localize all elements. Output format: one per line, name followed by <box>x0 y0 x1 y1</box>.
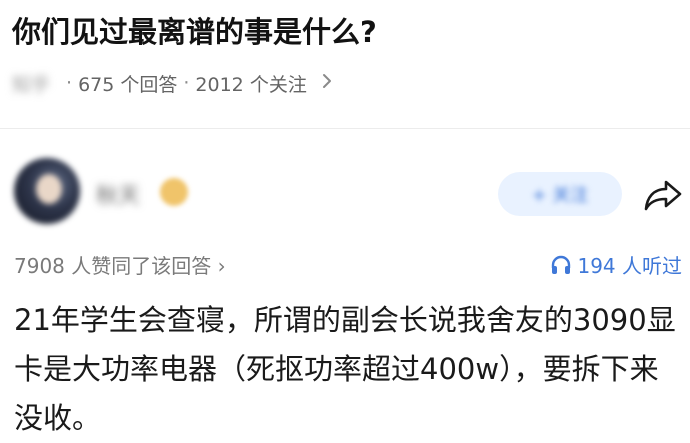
agree-count-text: 7908 人赞同了该回答 <box>14 254 212 278</box>
question-title[interactable]: 你们见过最离谱的事是什么? <box>12 14 377 50</box>
answer-body[interactable]: 21年学生会查寝，所谓的副会长说我舍友的3090显卡是大功率电器（死抠功率超过4… <box>14 296 684 443</box>
follow-button[interactable]: + 关注 <box>498 172 622 216</box>
chevron-right-icon <box>321 72 333 95</box>
author-name[interactable]: 秋天 <box>96 178 140 210</box>
meta-separator: · <box>66 72 73 94</box>
share-icon[interactable] <box>642 178 684 212</box>
question-source-tag: 知乎 <box>12 73 51 96</box>
question-meta[interactable]: 知乎 · 675 个回答 · 2012 个关注 <box>12 70 333 96</box>
follow-button-label: + 关注 <box>531 185 589 206</box>
follow-count: 2012 个关注 <box>195 73 307 96</box>
headphones-icon <box>550 254 572 276</box>
answer-count: 675 个回答 <box>78 73 178 96</box>
agree-chevron-icon: › <box>217 254 226 278</box>
author-avatar[interactable] <box>14 158 80 224</box>
listen-button[interactable]: 194 人听过 <box>550 250 682 279</box>
badge-icon <box>160 178 188 206</box>
section-divider <box>0 128 690 129</box>
meta-separator: · <box>183 72 190 94</box>
listen-count: 194 人听过 <box>577 254 682 278</box>
agree-count[interactable]: 7908 人赞同了该回答 › <box>14 250 226 279</box>
